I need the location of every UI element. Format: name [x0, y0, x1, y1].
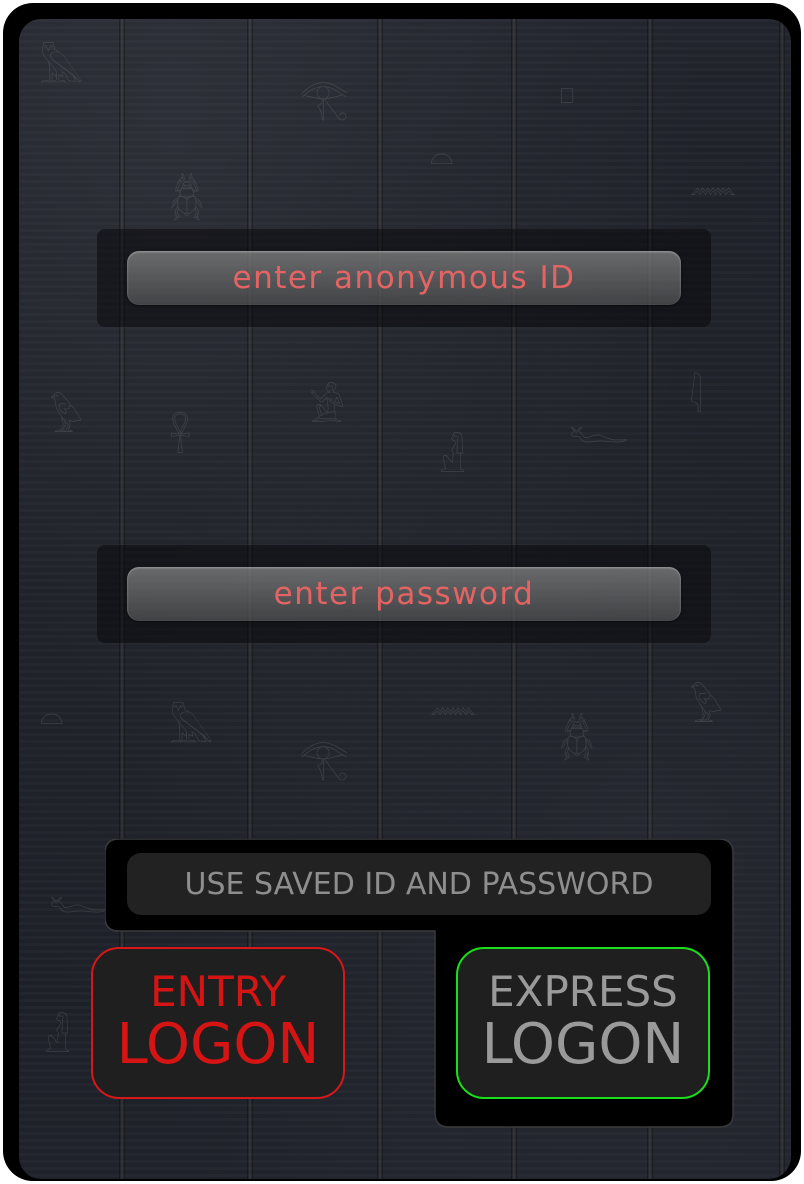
password-box	[97, 545, 711, 643]
hieroglyph-icon: 𓆣	[169, 176, 205, 222]
anonymous-id-box	[97, 229, 711, 327]
login-panel: 𓅓 𓆣 𓂀 𓏏 𓊪 𓈖 𓅱 𓋹 𓀀 𓁐 𓆑 𓇋 𓏏 𓅓 𓂀 𓈖 𓆣 𓅱 𓁐 𓆑	[19, 19, 791, 1179]
password-input[interactable]	[127, 567, 681, 621]
hieroglyph-icon: 𓈖	[689, 156, 737, 202]
hieroglyph-icon: 𓅱	[49, 396, 84, 442]
hieroglyph-icon: 𓀀	[309, 386, 345, 432]
anonymous-id-input[interactable]	[127, 251, 681, 305]
password-field-wrapper	[127, 567, 681, 621]
hieroglyph-icon: 𓅓	[169, 706, 214, 752]
hieroglyph-icon: 𓆣	[559, 716, 595, 762]
hieroglyph-icon: 𓁐	[44, 1016, 72, 1062]
express-logon-line2: LOGON	[481, 1012, 685, 1077]
entry-logon-line2: LOGON	[116, 1012, 320, 1077]
hieroglyph-icon: 𓏏	[429, 136, 455, 182]
hieroglyph-icon: 𓆑	[49, 876, 110, 922]
window-frame: 𓅓 𓆣 𓂀 𓏏 𓊪 𓈖 𓅱 𓋹 𓀀 𓁐 𓆑 𓇋 𓏏 𓅓 𓂀 𓈖 𓆣 𓅱 𓁐 𓆑	[3, 3, 801, 1181]
entry-logon-button[interactable]: ENTRY LOGON	[91, 947, 345, 1099]
anonymous-id-field-wrapper	[127, 251, 681, 305]
hieroglyph-icon: 𓅱	[689, 686, 724, 732]
entry-logon-line1: ENTRY	[150, 967, 286, 1016]
hieroglyph-icon: 𓆑	[569, 406, 630, 452]
hieroglyph-icon: 𓂀	[299, 76, 349, 122]
hieroglyph-icon: 𓅓	[39, 46, 84, 92]
express-logon-button[interactable]: EXPRESS LOGON	[456, 947, 710, 1099]
column-divider	[779, 19, 785, 1179]
hieroglyph-icon: 𓂀	[299, 736, 349, 782]
hieroglyph-icon: 𓊪	[559, 66, 576, 112]
hieroglyph-icon: 𓏏	[39, 696, 65, 742]
hieroglyph-icon: 𓁐	[439, 436, 467, 482]
express-logon-line1: EXPRESS	[488, 967, 678, 1016]
hieroglyph-icon: 𓋹	[169, 416, 192, 462]
use-saved-credentials-button[interactable]: USE SAVED ID AND PASSWORD	[127, 853, 711, 915]
hieroglyph-icon: 𓈖	[429, 676, 477, 722]
hieroglyph-icon: 𓇋	[689, 376, 703, 422]
